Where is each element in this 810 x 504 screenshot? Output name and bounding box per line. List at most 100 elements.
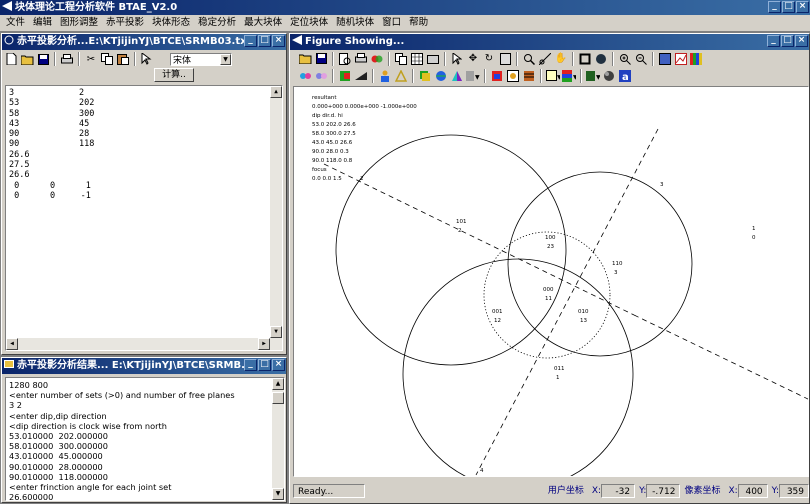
app-close-button[interactable]: ×	[796, 1, 809, 13]
open-folder-icon[interactable]	[298, 52, 312, 66]
input-maximize-button[interactable]: □	[258, 35, 271, 47]
pan-icon[interactable]: ✥	[466, 52, 480, 66]
menu-locate-block[interactable]: 定位块体	[286, 15, 332, 31]
layers-icon[interactable]	[418, 69, 432, 83]
grid-icon[interactable]	[410, 52, 424, 66]
menu-file[interactable]: 文件	[2, 15, 29, 31]
light-icon[interactable]	[602, 69, 616, 83]
input-value-1: 58	[9, 108, 20, 119]
scroll-right-icon[interactable]: ▶	[258, 338, 270, 350]
help-pointer-icon[interactable]	[140, 52, 154, 66]
input-close-button[interactable]: ×	[272, 35, 285, 47]
result-line: 90.010000 118.000000	[9, 471, 108, 482]
input-text-editor[interactable]: 3 2 53 202 58 300 43 45 90 28 90 118 26.6 27.5 26.6 0 …	[5, 85, 283, 351]
menu-max-block[interactable]: 最大块体	[240, 15, 286, 31]
input-horizontal-scrollbar[interactable]: ◀ ▶	[6, 338, 270, 350]
stack-icon[interactable]	[522, 69, 536, 83]
menu-block-shape[interactable]: 块体形态	[148, 15, 194, 31]
shape-b-icon[interactable]	[314, 69, 328, 83]
app-minimize-button[interactable]: _	[768, 1, 781, 13]
tool-dropdown-icon[interactable]: ▼	[466, 69, 480, 83]
scene-icon[interactable]	[506, 69, 520, 83]
export-icon[interactable]	[426, 52, 440, 66]
input-minimize-button[interactable]: _	[244, 35, 257, 47]
region-label: 010	[578, 309, 589, 315]
status-ready: Ready...	[293, 484, 365, 498]
toolbar-separator	[388, 51, 390, 66]
font-select[interactable]: 宋体 ▼	[170, 52, 232, 66]
bars-icon[interactable]	[690, 52, 704, 66]
result-maximize-button[interactable]: □	[258, 359, 271, 371]
select-pointer-icon[interactable]	[450, 52, 464, 66]
menu-window[interactable]: 窗口	[378, 15, 405, 31]
grid-dropdown-icon[interactable]: ▼	[546, 69, 560, 83]
save-icon[interactable]	[36, 52, 50, 66]
save-icon[interactable]	[314, 52, 328, 66]
result-text-area[interactable]: 1280 800 <enter number of sets (>0) and n…	[5, 377, 285, 501]
pyramid-icon[interactable]	[450, 69, 464, 83]
palette-icon[interactable]	[658, 52, 672, 66]
globe-icon[interactable]	[434, 69, 448, 83]
new-file-icon[interactable]	[4, 52, 18, 66]
scroll-up-icon[interactable]: ▲	[272, 378, 284, 390]
scroll-left-icon[interactable]: ◀	[6, 338, 18, 350]
render-dropdown-icon[interactable]: ▼	[586, 69, 600, 83]
rotate-icon[interactable]: ↻	[482, 52, 496, 66]
result-vertical-scrollbar[interactable]: ▲ ▼	[272, 378, 284, 500]
open-folder-icon[interactable]	[20, 52, 34, 66]
copy-image-icon[interactable]	[394, 52, 408, 66]
scroll-down-icon[interactable]: ▼	[270, 326, 282, 338]
stereonet-plot[interactable]: resultant 0.000+000 0.000e+000 -1.000e+0…	[294, 87, 809, 477]
figure-close-button[interactable]: ×	[795, 35, 808, 47]
hand-icon[interactable]: ✋	[554, 52, 568, 66]
cut-icon[interactable]: ✂	[84, 52, 98, 66]
copy-icon[interactable]	[100, 52, 114, 66]
chart-icon[interactable]	[674, 52, 688, 66]
paste-icon[interactable]	[116, 52, 130, 66]
scroll-thumb[interactable]	[272, 392, 284, 404]
input-window: 赤平投影分析...E:\KTjijinYJ\BTCE\SRMB03.txt _ …	[1, 33, 287, 355]
shape-a-icon[interactable]	[298, 69, 312, 83]
input-line: 90 118	[9, 139, 279, 149]
toolbar-separator	[332, 51, 334, 66]
app-maximize-button[interactable]: □	[782, 1, 795, 13]
calculator-icon[interactable]	[498, 52, 512, 66]
zoom-in-icon[interactable]	[618, 52, 632, 66]
color-icon[interactable]	[370, 52, 384, 66]
menu-help[interactable]: 帮助	[405, 15, 432, 31]
magnifier-icon[interactable]	[522, 52, 536, 66]
measure-icon[interactable]	[538, 52, 552, 66]
print-preview-icon[interactable]	[338, 52, 352, 66]
text-a-icon[interactable]: a	[618, 69, 632, 83]
result-close-button[interactable]: ×	[272, 359, 285, 371]
block-icon[interactable]	[338, 69, 352, 83]
plane-label: 2	[360, 176, 364, 182]
menu-graph-adjust[interactable]: 图形调整	[56, 15, 102, 31]
chevron-down-icon[interactable]: ▼	[220, 53, 231, 65]
model-icon[interactable]	[490, 69, 504, 83]
colormap-dropdown-icon[interactable]: ▼	[562, 69, 576, 83]
figure-canvas[interactable]: resultant 0.000+000 0.000e+000 -1.000e+0…	[293, 86, 809, 477]
svg-text:a: a	[622, 72, 629, 82]
scroll-down-icon[interactable]: ▼	[272, 488, 284, 500]
frame-icon[interactable]	[578, 52, 592, 66]
result-minimize-button[interactable]: _	[244, 359, 257, 371]
menu-random-block[interactable]: 随机块体	[332, 15, 378, 31]
sphere-icon[interactable]	[594, 52, 608, 66]
figure-maximize-button[interactable]: □	[781, 35, 794, 47]
menu-edit[interactable]: 编辑	[29, 15, 56, 31]
print-icon[interactable]	[60, 52, 74, 66]
menu-stereo-projection[interactable]: 赤平投影	[102, 15, 148, 31]
figure-minimize-button[interactable]: _	[767, 35, 780, 47]
scroll-up-icon[interactable]: ▲	[270, 86, 282, 98]
zoom-out-icon[interactable]	[634, 52, 648, 66]
input-vertical-scrollbar[interactable]: ▲ ▼	[270, 86, 282, 350]
person-icon[interactable]	[378, 69, 392, 83]
side-label: 0	[752, 235, 756, 241]
wedge-icon[interactable]	[354, 69, 368, 83]
print-icon[interactable]	[354, 52, 368, 66]
menu-stability-analysis[interactable]: 稳定分析	[194, 15, 240, 31]
region-label: 12	[494, 318, 501, 324]
compute-button[interactable]: 计算..	[154, 68, 194, 82]
triangle-icon[interactable]	[394, 69, 408, 83]
